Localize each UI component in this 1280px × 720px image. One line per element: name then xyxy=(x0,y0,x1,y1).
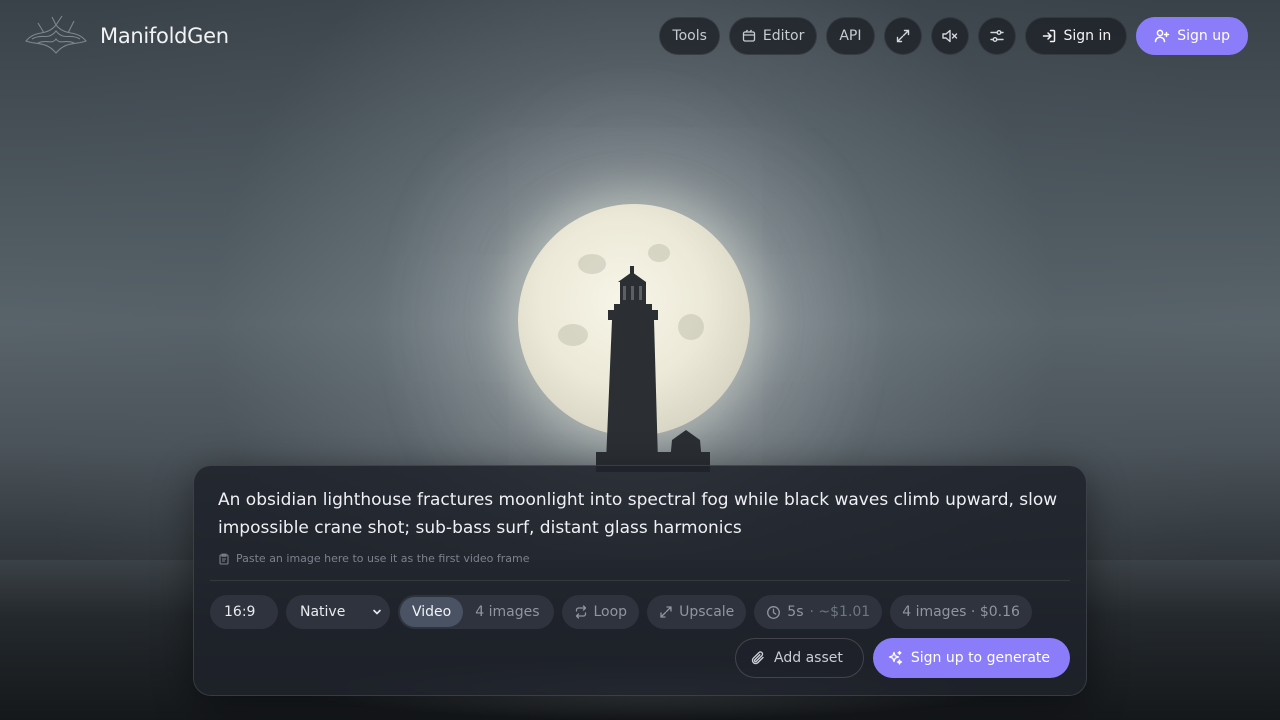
upscale-toggle[interactable]: Upscale xyxy=(647,595,747,629)
signin-icon xyxy=(1042,29,1055,43)
aspect-ratio-select[interactable]: 16:9 xyxy=(210,595,278,629)
image-paste-icon xyxy=(219,553,229,565)
upscale-icon xyxy=(660,606,672,618)
resolution-select[interactable]: Native xyxy=(286,595,390,629)
tools-label: Tools xyxy=(672,28,707,44)
sparkles-icon xyxy=(888,650,903,665)
composer-divider xyxy=(210,580,1070,581)
upscale-label: Upscale xyxy=(679,604,735,620)
fullscreen-icon xyxy=(896,29,909,43)
brand[interactable]: ManifoldGen xyxy=(22,11,229,61)
duration-value: 5s xyxy=(787,604,804,620)
paste-hint-text: Paste an image here to use it as the fir… xyxy=(236,552,530,565)
add-asset-button[interactable]: Add asset xyxy=(735,638,864,678)
mute-button[interactable] xyxy=(930,17,969,55)
mode-toggle: Video 4 images xyxy=(398,595,554,629)
prompt-composer: An obsidian lighthouse fractures moonlig… xyxy=(193,465,1087,696)
editor-icon xyxy=(742,29,756,42)
generate-button[interactable]: Sign up to generate xyxy=(872,638,1070,678)
tools-button[interactable]: Tools xyxy=(659,17,720,55)
composer-actions: Add asset Sign up to generate xyxy=(735,638,1070,678)
mute-icon xyxy=(942,29,958,43)
editor-label: Editor xyxy=(762,28,805,44)
chevron-down-icon xyxy=(269,611,270,613)
resolution-value: Native xyxy=(300,604,346,620)
duration-select[interactable]: 5s · ~$1.01 xyxy=(754,595,883,629)
generate-label: Sign up to generate xyxy=(910,650,1050,666)
top-nav: Tools Editor API Sign in Sign up xyxy=(659,17,1248,55)
lighthouse-silhouette xyxy=(596,266,710,472)
mode-video-option[interactable]: Video xyxy=(400,597,464,627)
loop-label: Loop xyxy=(593,604,628,620)
sign-up-button[interactable]: Sign up xyxy=(1136,17,1248,55)
images-cost-chip[interactable]: 4 images · $0.16 xyxy=(890,595,1032,629)
mode-images-option[interactable]: 4 images xyxy=(463,597,551,627)
paste-hint: Paste an image here to use it as the fir… xyxy=(218,552,529,565)
generation-options: 16:9 Native Video 4 images Loop Upscale … xyxy=(210,595,1032,629)
images-cost-label: 4 images · $0.16 xyxy=(902,604,1020,620)
aspect-ratio-value: 16:9 xyxy=(224,604,256,620)
paperclip-icon xyxy=(751,651,764,665)
api-button[interactable]: API xyxy=(826,17,875,55)
sign-in-label: Sign in xyxy=(1063,28,1112,44)
prompt-input[interactable]: An obsidian lighthouse fractures moonlig… xyxy=(218,486,1058,542)
loop-icon xyxy=(575,605,586,619)
user-plus-icon xyxy=(1155,29,1170,43)
sign-in-button[interactable]: Sign in xyxy=(1024,17,1128,55)
fullscreen-button[interactable] xyxy=(883,17,922,55)
top-bar: ManifoldGen Tools Editor API Sign in Sig… xyxy=(0,0,1280,72)
add-asset-label: Add asset xyxy=(774,650,843,666)
brand-name: ManifoldGen xyxy=(100,24,229,48)
sign-up-label: Sign up xyxy=(1177,28,1230,44)
logo-icon xyxy=(25,15,87,54)
settings-icon xyxy=(989,30,1004,42)
settings-button[interactable] xyxy=(977,17,1016,55)
duration-cost: · ~$1.01 xyxy=(809,604,871,620)
loop-toggle[interactable]: Loop xyxy=(561,595,640,629)
editor-button[interactable]: Editor xyxy=(728,17,818,55)
clock-icon xyxy=(767,605,781,619)
chevron-down-icon xyxy=(373,609,381,615)
api-label: API xyxy=(839,28,862,44)
